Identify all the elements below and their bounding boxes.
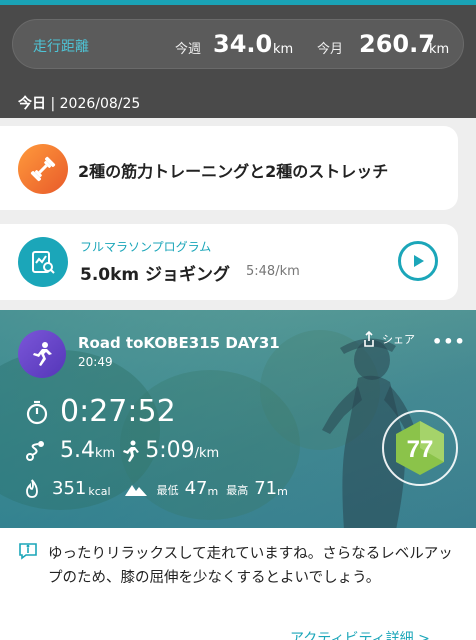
min-elevation-value: 47 <box>184 478 208 499</box>
distance-label: 走行距離 <box>33 39 89 55</box>
target-pace: 5:48/km <box>246 264 300 279</box>
info-icon <box>19 543 37 560</box>
duration-value: 0:27:52 <box>60 394 176 429</box>
summary-header: 走行距離 今週 34.0 km 今月 260.7 km 今日 | 2026/08… <box>0 5 476 118</box>
week-distance-value: 34.0 <box>213 30 273 58</box>
distance-unit: km <box>95 446 116 461</box>
activity-card[interactable]: Road toKOBE315 DAY31 20:49 シェア ••• 0:27:… <box>0 310 476 528</box>
pace-unit: /km <box>194 446 220 461</box>
date-value: 2026/08/25 <box>59 96 141 112</box>
activity-title: Road toKOBE315 DAY31 <box>78 334 280 352</box>
month-distance-value: 260.7 <box>359 30 435 58</box>
week-label: 今週 <box>175 42 202 57</box>
run-score-badge[interactable]: 77 <box>382 410 458 486</box>
play-icon <box>414 255 424 267</box>
duration-row: 0:27:52 <box>24 394 176 429</box>
date-row: 今日 | 2026/08/25 <box>18 93 140 113</box>
week-distance-unit: km <box>273 42 294 57</box>
today-label: 今日 <box>18 96 46 112</box>
share-label: シェア <box>382 333 415 346</box>
date-separator: | <box>46 96 60 112</box>
share-button[interactable]: シェア <box>360 330 415 348</box>
activity-time: 20:49 <box>78 355 113 369</box>
calories-elevation-row: 351 kcal 最低 47 m 最高 71 m <box>24 478 288 499</box>
max-elevation-unit: m <box>277 484 288 498</box>
training-text: 2種の筋力トレーニングと2種のストレッチ <box>78 162 389 181</box>
flame-icon <box>26 478 38 498</box>
share-icon <box>364 330 374 347</box>
min-elevation-unit: m <box>207 484 219 498</box>
activity-detail-link[interactable]: アクティビティ詳細 > <box>290 628 430 640</box>
pace-runner-icon <box>123 440 140 462</box>
plan-card[interactable]: フルマラソンプログラム 5.0km ジョギング 5:48/km <box>0 224 458 300</box>
score-hexagon: 77 <box>396 421 444 475</box>
dumbbell-icon <box>18 144 68 194</box>
pace-value: 5:09 <box>145 438 195 463</box>
distance-pace-row: 5.4 km 5:09 /km <box>24 438 219 463</box>
training-card[interactable]: 2種の筋力トレーニングと2種のストレッチ <box>0 126 458 210</box>
max-elevation-label: 最高 <box>226 484 249 497</box>
month-distance-unit: km <box>429 42 450 57</box>
advice-text: ゆったりリラックスして走れていますね。さらなるレベルアップのため、膝の屈伸を少な… <box>48 546 453 586</box>
workout-title: 5.0km ジョギング <box>80 265 231 285</box>
distance-value: 5.4 <box>60 438 95 463</box>
stopwatch-icon <box>26 400 48 424</box>
route-icon <box>26 440 44 461</box>
play-button[interactable] <box>398 241 438 281</box>
month-label: 今月 <box>317 42 344 57</box>
calories-unit: kcal <box>88 484 111 498</box>
more-options-button[interactable]: ••• <box>432 332 466 351</box>
calories-value: 351 <box>52 478 87 499</box>
advice-panel: ゆったりリラックスして走れていますね。さらなるレベルアップのため、膝の屈伸を少な… <box>0 528 476 640</box>
min-elevation-label: 最低 <box>156 484 179 497</box>
distance-summary-pill[interactable]: 走行距離 今週 34.0 km 今月 260.7 km <box>12 19 464 69</box>
running-icon <box>18 330 66 378</box>
max-elevation-value: 71 <box>254 478 278 499</box>
plan-chart-icon <box>18 237 68 287</box>
score-value: 77 <box>407 436 434 463</box>
program-name: フルマラソンプログラム <box>80 240 212 254</box>
mountain-icon <box>124 484 147 496</box>
